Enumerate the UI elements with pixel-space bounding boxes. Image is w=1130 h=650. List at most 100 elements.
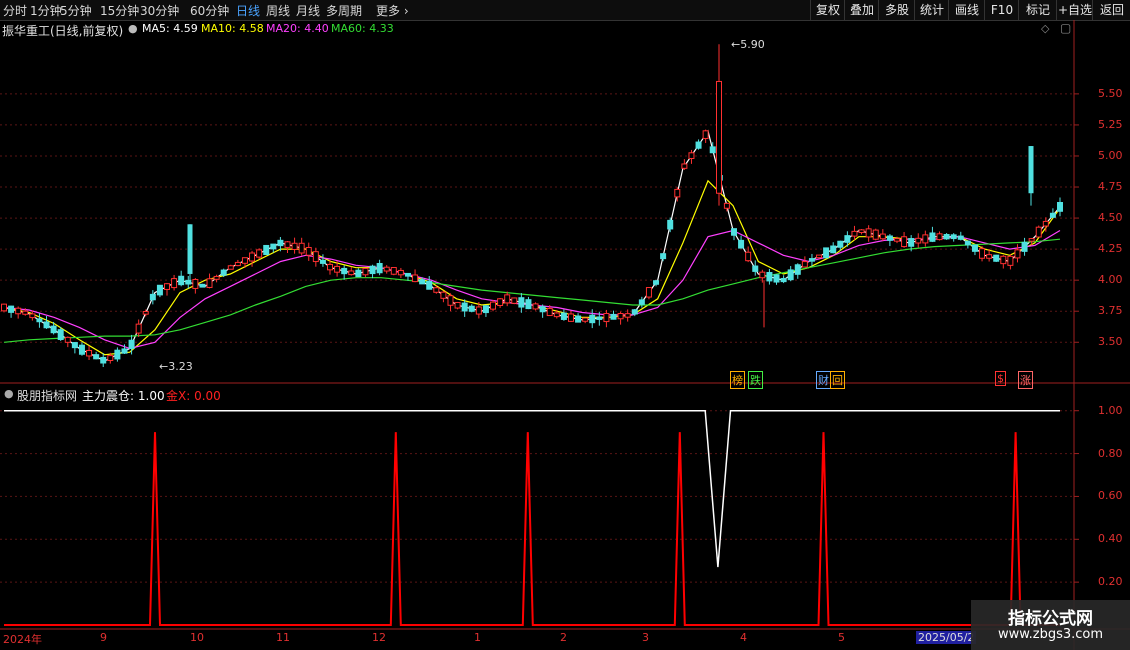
date-tick-10: 2025/05/2 xyxy=(916,631,977,644)
candle-body xyxy=(702,130,709,139)
candle-body xyxy=(497,298,504,306)
candle-body xyxy=(29,313,36,319)
site-watermark: 指标公式网 www.zbgs3.com xyxy=(971,600,1130,650)
candle-body xyxy=(362,267,369,276)
candle-body xyxy=(107,355,114,362)
indicator-line1-value: 1.00 xyxy=(137,389,165,403)
candle-body xyxy=(723,202,730,209)
candle-body xyxy=(901,236,908,248)
candle-body xyxy=(263,244,270,256)
candle-body xyxy=(872,229,879,240)
candle-body xyxy=(142,311,149,315)
candle-body xyxy=(688,152,695,159)
candle-body xyxy=(879,233,886,240)
candle-body xyxy=(454,301,461,309)
candle-body xyxy=(199,283,206,288)
candle-body xyxy=(192,278,199,289)
candle-body xyxy=(893,238,900,242)
candle-body xyxy=(100,356,107,364)
event-marker-2[interactable]: 财 xyxy=(816,371,831,389)
candle-body xyxy=(327,263,334,271)
candle-body xyxy=(468,305,475,312)
candle-body xyxy=(844,235,851,243)
candle-body xyxy=(404,272,411,277)
candle-body xyxy=(631,309,638,315)
indicator-toggle-icon[interactable]: ● xyxy=(4,387,14,400)
candle-body xyxy=(971,244,978,252)
candle-body xyxy=(319,259,326,264)
candle-body xyxy=(128,339,135,349)
candle-body xyxy=(645,287,652,298)
candle-body xyxy=(270,243,277,250)
candle-body xyxy=(36,318,43,323)
candle-body xyxy=(164,283,171,290)
date-tick-3: 11 xyxy=(276,631,290,644)
price-tick-label-1: 5.25 xyxy=(1098,117,1123,131)
candle-body xyxy=(759,271,766,279)
candle-body xyxy=(22,310,29,315)
candle-body xyxy=(64,336,71,343)
candle-body xyxy=(390,267,397,275)
candle-body xyxy=(93,354,100,360)
candle-body xyxy=(674,188,681,198)
candle-body xyxy=(546,307,553,317)
candle-body xyxy=(518,297,525,308)
candle-body xyxy=(865,228,872,238)
candle-body xyxy=(284,241,291,248)
event-marker-3[interactable]: 回 xyxy=(830,371,845,389)
candle-body xyxy=(929,232,936,242)
candle-body xyxy=(525,299,532,310)
candle-body xyxy=(397,269,404,276)
candle-body xyxy=(1014,249,1021,259)
candle-body xyxy=(780,277,787,283)
candle-body xyxy=(964,240,971,246)
date-tick-1: 9 xyxy=(100,631,107,644)
candle-body xyxy=(213,275,220,280)
candle-body xyxy=(886,235,893,241)
event-marker-1[interactable]: 跌 xyxy=(748,371,763,389)
candle-body xyxy=(553,312,560,318)
candle-body xyxy=(638,299,645,305)
candle-body xyxy=(773,274,780,283)
price-tick-label-6: 4.00 xyxy=(1098,273,1123,287)
candle-body xyxy=(114,349,121,360)
high-spike-body xyxy=(716,80,722,194)
candle-body xyxy=(178,275,185,286)
candle-body xyxy=(1035,226,1042,238)
event-marker-4[interactable]: $ xyxy=(995,371,1006,386)
date-tick-9: 5 xyxy=(838,631,845,644)
event-marker-5[interactable]: 涨 xyxy=(1018,371,1033,389)
event-marker-0[interactable]: 榜 xyxy=(730,371,745,389)
ma-toggle-icon[interactable]: ● xyxy=(128,22,138,35)
candle-body xyxy=(610,313,617,320)
panel-toggle-icon[interactable]: ▢ xyxy=(1060,21,1071,35)
candle-body xyxy=(241,257,248,264)
ma-legend-1: MA10: 4.58 xyxy=(201,22,264,35)
candle-body xyxy=(369,265,376,275)
candle-body xyxy=(511,297,518,304)
candle-body xyxy=(227,265,234,270)
candle-body xyxy=(249,252,256,262)
candle-body xyxy=(808,258,815,262)
price-tick-label-8: 3.50 xyxy=(1098,335,1123,349)
candle-body xyxy=(681,163,688,169)
indicator-tick-label-4: 0.20 xyxy=(1098,575,1123,589)
price-tick-label-3: 4.75 xyxy=(1098,180,1123,194)
candle-body xyxy=(482,305,489,314)
candle-body xyxy=(206,278,213,288)
diamond-icon[interactable]: ◇ xyxy=(1041,22,1049,35)
candle-body xyxy=(376,262,383,274)
candle-body xyxy=(667,219,674,230)
date-tick-2: 10 xyxy=(190,631,204,644)
candle-body xyxy=(695,141,702,149)
candle-body xyxy=(341,267,348,275)
candle-body xyxy=(15,307,22,315)
ma-line-ma10 xyxy=(3,179,1061,356)
indicator-tick-label-0: 1.00 xyxy=(1098,403,1123,417)
candle-body xyxy=(957,235,964,240)
candle-body xyxy=(908,238,915,247)
candle-body xyxy=(532,303,539,310)
date-tick-7: 3 xyxy=(642,631,649,644)
price-tick-label-4: 4.50 xyxy=(1098,211,1123,225)
candle-body xyxy=(234,261,241,267)
